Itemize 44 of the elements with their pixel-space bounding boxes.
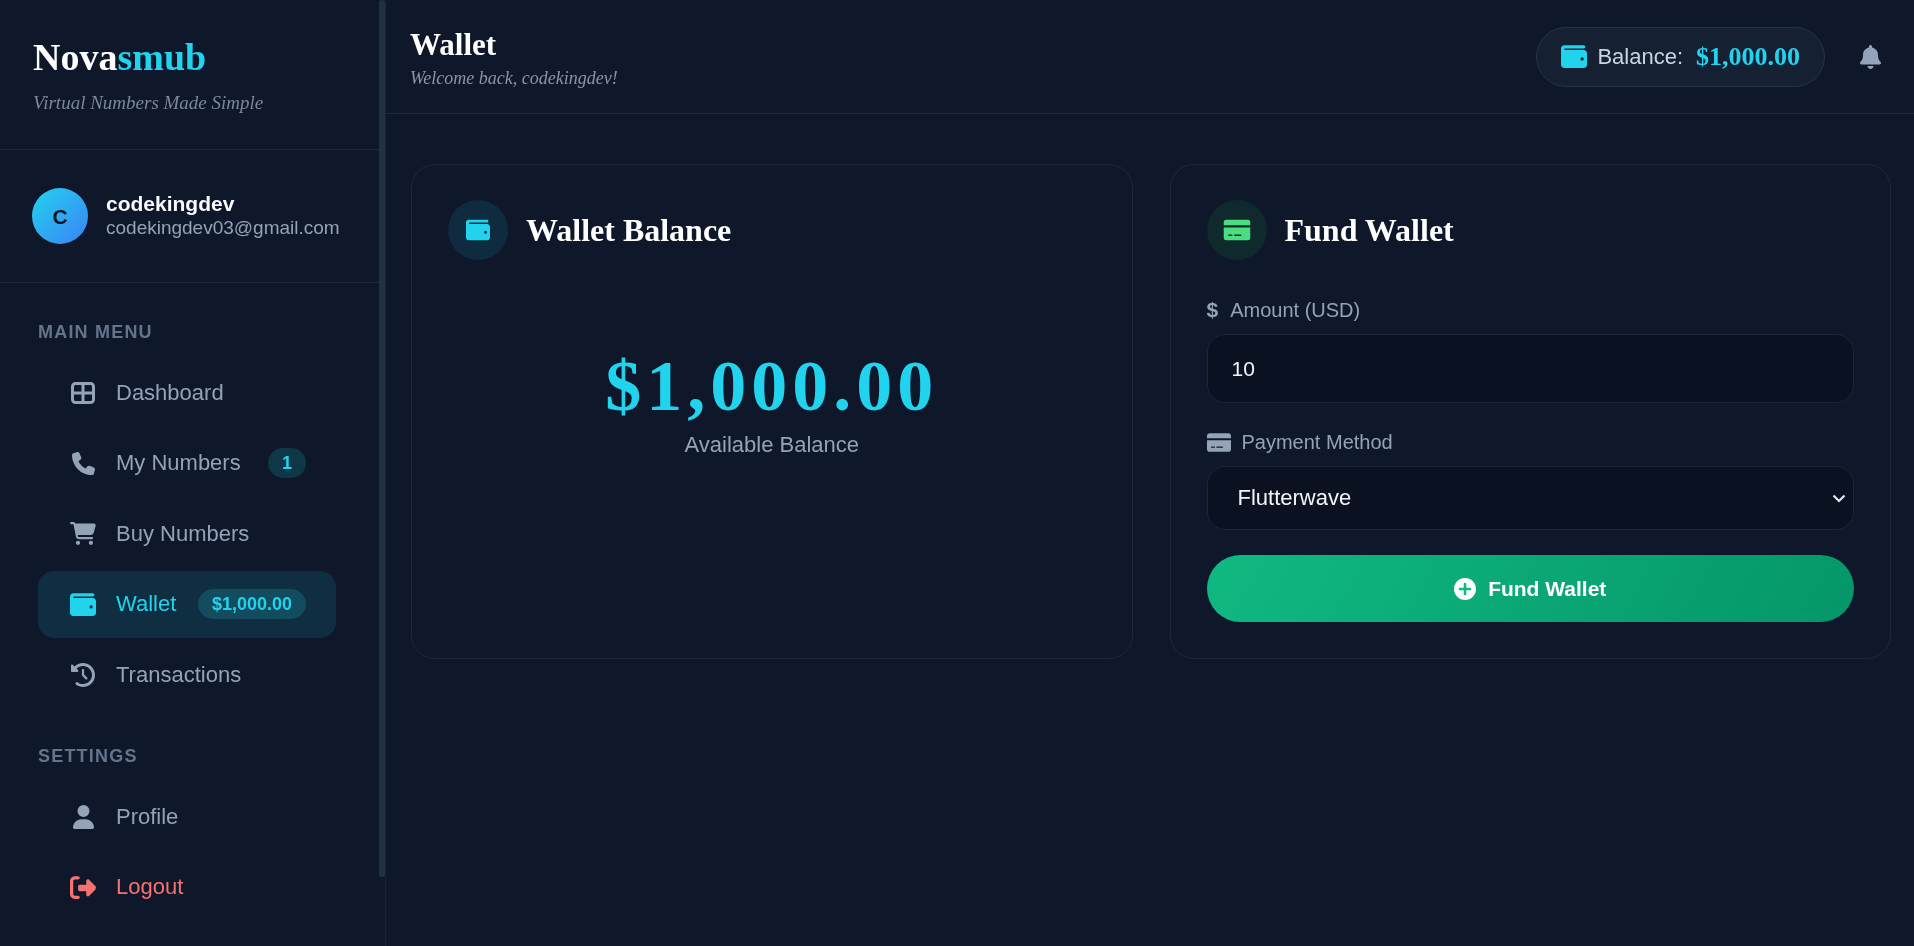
tagline-text: Virtual Numbers Made Simple (33, 92, 264, 114)
page-title: Wallet (410, 26, 497, 63)
welcome-text: Welcome back, codekingdev! (410, 66, 618, 89)
user-avatar: C (32, 188, 88, 244)
logo-text: Novasmub (33, 35, 207, 79)
nav-badge: $1,000.00 (197, 589, 306, 619)
card-title: Fund Wallet (1284, 211, 1454, 250)
sidebar-item[interactable]: Buy Numbers (38, 500, 336, 567)
sidebar-item[interactable]: Transactions (38, 641, 336, 708)
currency-symbol: $ (1206, 300, 1219, 320)
sidebar-item[interactable]: My Numbers 1 (38, 429, 336, 497)
wallet-icon (448, 200, 508, 260)
sidebar-item[interactable]: Dashboard (38, 359, 336, 426)
field-label: Amount (USD) (1230, 300, 1361, 320)
chevron-down-icon (1832, 493, 1846, 503)
payment-method-select[interactable]: Flutterwave (1206, 466, 1854, 530)
balance-amount: $1,000.00 (605, 346, 939, 426)
plus-circle-icon (1454, 577, 1477, 600)
scrollbar-thumb[interactable] (379, 0, 385, 877)
bell-icon[interactable] (1860, 44, 1881, 69)
exit-arrow-icon (70, 875, 96, 899)
user-email: codekingdev03@gmail.com (106, 216, 340, 240)
amount-input[interactable]: 10 (1206, 334, 1854, 403)
cart-icon (70, 522, 96, 545)
grid-icon (71, 381, 95, 404)
credit-card-icon (1206, 432, 1231, 452)
menu-section-heading: MAIN MENU (38, 322, 153, 342)
sidebar-item[interactable]: Profile (38, 783, 336, 850)
wallet-icon (1561, 45, 1588, 68)
clock-arrow-icon (71, 662, 95, 687)
balance-amount: $1,000.00 (1696, 43, 1800, 70)
balance-label: Balance: (1597, 45, 1683, 68)
field-label: Payment Method (1241, 432, 1393, 452)
phone-icon (71, 451, 95, 475)
card-title: Wallet Balance (526, 211, 732, 250)
sidebar-item[interactable]: Wallet $1,000.00 (38, 570, 336, 638)
nav-badge: 1 (268, 448, 306, 478)
user-name: codekingdev (106, 192, 235, 216)
sidebar-item[interactable]: Logout (38, 853, 336, 921)
credit-card-icon (1206, 200, 1267, 260)
wallet-icon (70, 592, 96, 616)
menu-section-heading: SETTINGS (38, 746, 138, 766)
person-icon (72, 804, 94, 829)
balance-caption: Available Balance (684, 432, 859, 458)
